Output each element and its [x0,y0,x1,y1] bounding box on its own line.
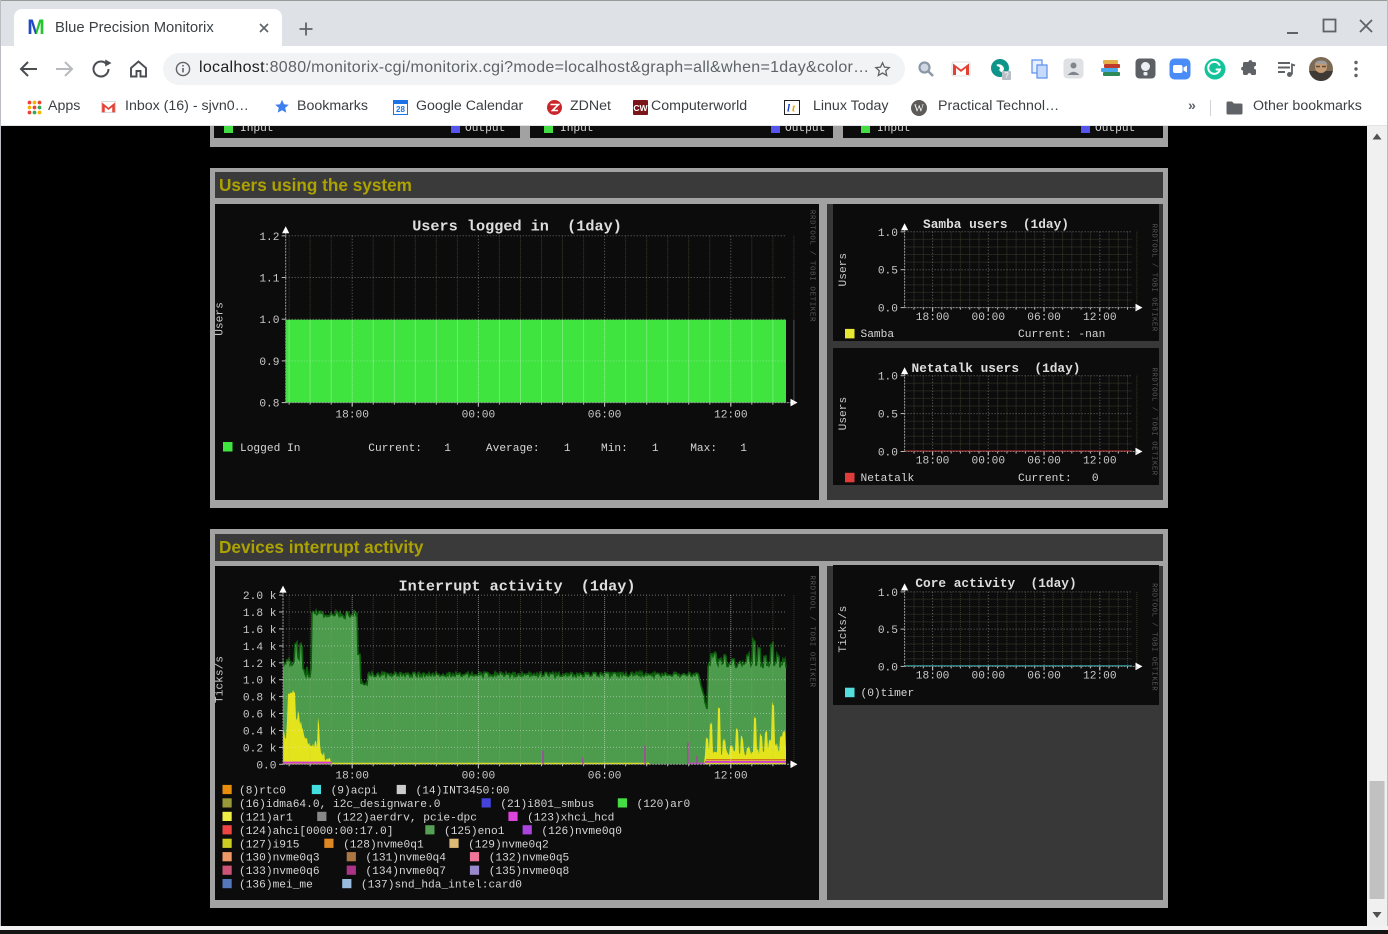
svg-text:W: W [914,104,924,115]
svg-text:CW: CW [633,103,648,113]
svg-text:?: ? [1004,71,1009,80]
svg-text:28: 28 [396,105,405,114]
